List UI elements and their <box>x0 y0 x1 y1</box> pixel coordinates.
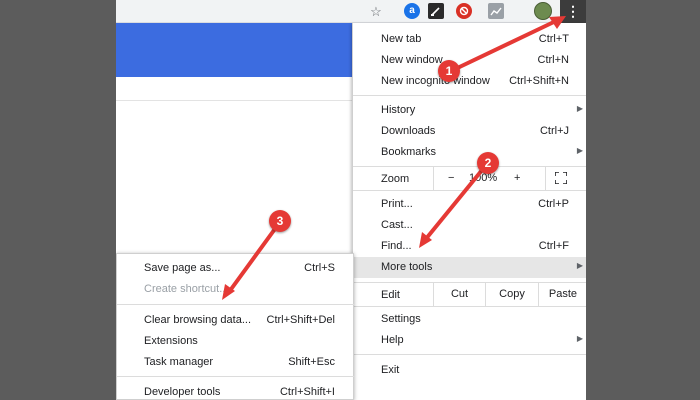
zoom-in-button[interactable]: + <box>514 172 520 184</box>
submenu-item-shortcut: Ctrl+Shift+Del <box>266 314 335 326</box>
menu-item-new-tab[interactable]: New tab Ctrl+T <box>353 29 586 50</box>
extension-chart-icon[interactable] <box>488 3 504 19</box>
page-divider <box>116 100 356 101</box>
menu-item-shortcut: Ctrl+N <box>537 54 569 66</box>
chrome-main-menu: New tab Ctrl+T New window Ctrl+N New inc… <box>352 23 586 400</box>
annotation-badge-1: 1 <box>438 60 460 82</box>
menu-item-shortcut: Ctrl+P <box>538 198 569 210</box>
menu-separator <box>353 354 586 355</box>
menu-item-label: Bookmarks <box>381 146 437 158</box>
menu-item-downloads[interactable]: Downloads Ctrl+J <box>353 121 586 142</box>
extension-a-icon[interactable]: a <box>404 3 420 19</box>
menu-separator <box>353 306 586 307</box>
fullscreen-cell <box>545 166 586 190</box>
submenu-item-create-shortcut[interactable]: Create shortcut... <box>117 279 355 300</box>
menu-item-bookmarks[interactable]: Bookmarks ▶ <box>353 142 586 163</box>
menu-item-label: Find... <box>381 240 412 252</box>
menu-item-label: New tab <box>381 33 422 45</box>
menu-item-label: Downloads <box>381 125 436 137</box>
extension-pen-icon[interactable] <box>428 3 444 19</box>
menu-item-history[interactable]: History ▶ <box>353 100 586 121</box>
submenu-separator <box>117 376 355 377</box>
menu-item-new-incognito-window[interactable]: New incognito window Ctrl+Shift+N <box>353 71 586 92</box>
submenu-item-task-manager[interactable]: Task manager Shift+Esc <box>117 352 355 373</box>
submenu-arrow-icon: ▶ <box>576 334 583 343</box>
menu-item-shortcut: Ctrl+Shift+N <box>509 75 569 87</box>
menu-item-settings[interactable]: Settings <box>353 309 586 330</box>
edit-label: Edit <box>381 289 400 301</box>
menu-separator <box>353 190 586 191</box>
fullscreen-icon[interactable] <box>555 172 567 184</box>
menu-item-label: Cast... <box>381 219 413 231</box>
submenu-item-label: Save page as... <box>144 262 221 274</box>
menu-item-print[interactable]: Print... Ctrl+P <box>353 194 586 215</box>
copy-button[interactable]: Copy <box>485 282 538 306</box>
menu-item-help[interactable]: Help ▶ <box>353 330 586 351</box>
menu-item-label: Settings <box>381 313 421 325</box>
submenu-item-label: Clear browsing data... <box>144 314 251 326</box>
menu-zoom-row: Zoom − 100% + <box>353 166 586 190</box>
menu-separator <box>353 95 586 96</box>
submenu-item-shortcut: Ctrl+Shift+I <box>279 386 335 398</box>
menu-item-shortcut: Ctrl+F <box>538 240 569 252</box>
submenu-arrow-icon: ▶ <box>576 261 583 270</box>
menu-item-label: New window <box>381 54 443 66</box>
annotation-badge-3: 3 <box>269 210 291 232</box>
menu-item-new-window[interactable]: New window Ctrl+N <box>353 50 586 71</box>
cut-button[interactable]: Cut <box>433 282 485 306</box>
zoom-level-value: 100% <box>469 172 498 184</box>
menu-item-shortcut: Ctrl+J <box>539 125 569 137</box>
submenu-arrow-icon: ▶ <box>576 146 583 155</box>
menu-item-exit[interactable]: Exit <box>353 360 586 381</box>
zoom-out-button[interactable]: − <box>448 172 454 184</box>
page-header-banner <box>116 23 356 77</box>
menu-item-label: Exit <box>381 364 400 376</box>
menu-item-label: New incognito window <box>381 75 490 87</box>
menu-item-cast[interactable]: Cast... <box>353 215 586 236</box>
extension-red-icon[interactable] <box>456 3 472 19</box>
menu-item-find[interactable]: Find... Ctrl+F <box>353 236 586 257</box>
submenu-arrow-icon: ▶ <box>576 104 583 113</box>
menu-item-label: Help <box>381 334 404 346</box>
more-tools-submenu: Save page as... Ctrl+S Create shortcut..… <box>116 253 355 400</box>
annotation-badge-2: 2 <box>477 152 499 174</box>
chrome-menu-kebab-icon[interactable]: ⋮ <box>566 3 580 19</box>
submenu-item-developer-tools[interactable]: Developer tools Ctrl+Shift+I <box>117 382 355 400</box>
menu-item-shortcut: Ctrl+T <box>538 33 569 45</box>
zoom-label: Zoom <box>381 173 410 185</box>
menu-item-label: Print... <box>381 198 413 210</box>
menu-edit-row: Edit Cut Copy Paste <box>353 282 586 306</box>
submenu-item-label: Extensions <box>144 335 198 347</box>
profile-avatar[interactable] <box>534 2 552 20</box>
browser-toolbar: ☆ a ⋮ <box>116 0 586 23</box>
bookmark-star-icon[interactable]: ☆ <box>368 3 384 19</box>
submenu-item-extensions[interactable]: Extensions <box>117 331 355 352</box>
submenu-item-clear-browsing-data[interactable]: Clear browsing data... Ctrl+Shift+Del <box>117 310 355 331</box>
submenu-item-save-page[interactable]: Save page as... Ctrl+S <box>117 258 355 279</box>
submenu-item-label: Developer tools <box>144 386 221 398</box>
browser-screenshot: ☆ a ⋮ New tab Ctrl+T New window Ctrl+N N… <box>116 0 586 400</box>
submenu-item-label: Create shortcut... <box>144 283 229 295</box>
submenu-item-shortcut: Ctrl+S <box>304 262 335 274</box>
submenu-separator <box>117 304 355 305</box>
menu-item-label: More tools <box>381 261 433 273</box>
submenu-item-shortcut: Shift+Esc <box>288 356 335 368</box>
menu-item-more-tools[interactable]: More tools ▶ <box>353 257 586 278</box>
paste-button[interactable]: Paste <box>538 282 586 306</box>
submenu-item-label: Task manager <box>144 356 214 368</box>
menu-item-label: History <box>381 104 416 116</box>
